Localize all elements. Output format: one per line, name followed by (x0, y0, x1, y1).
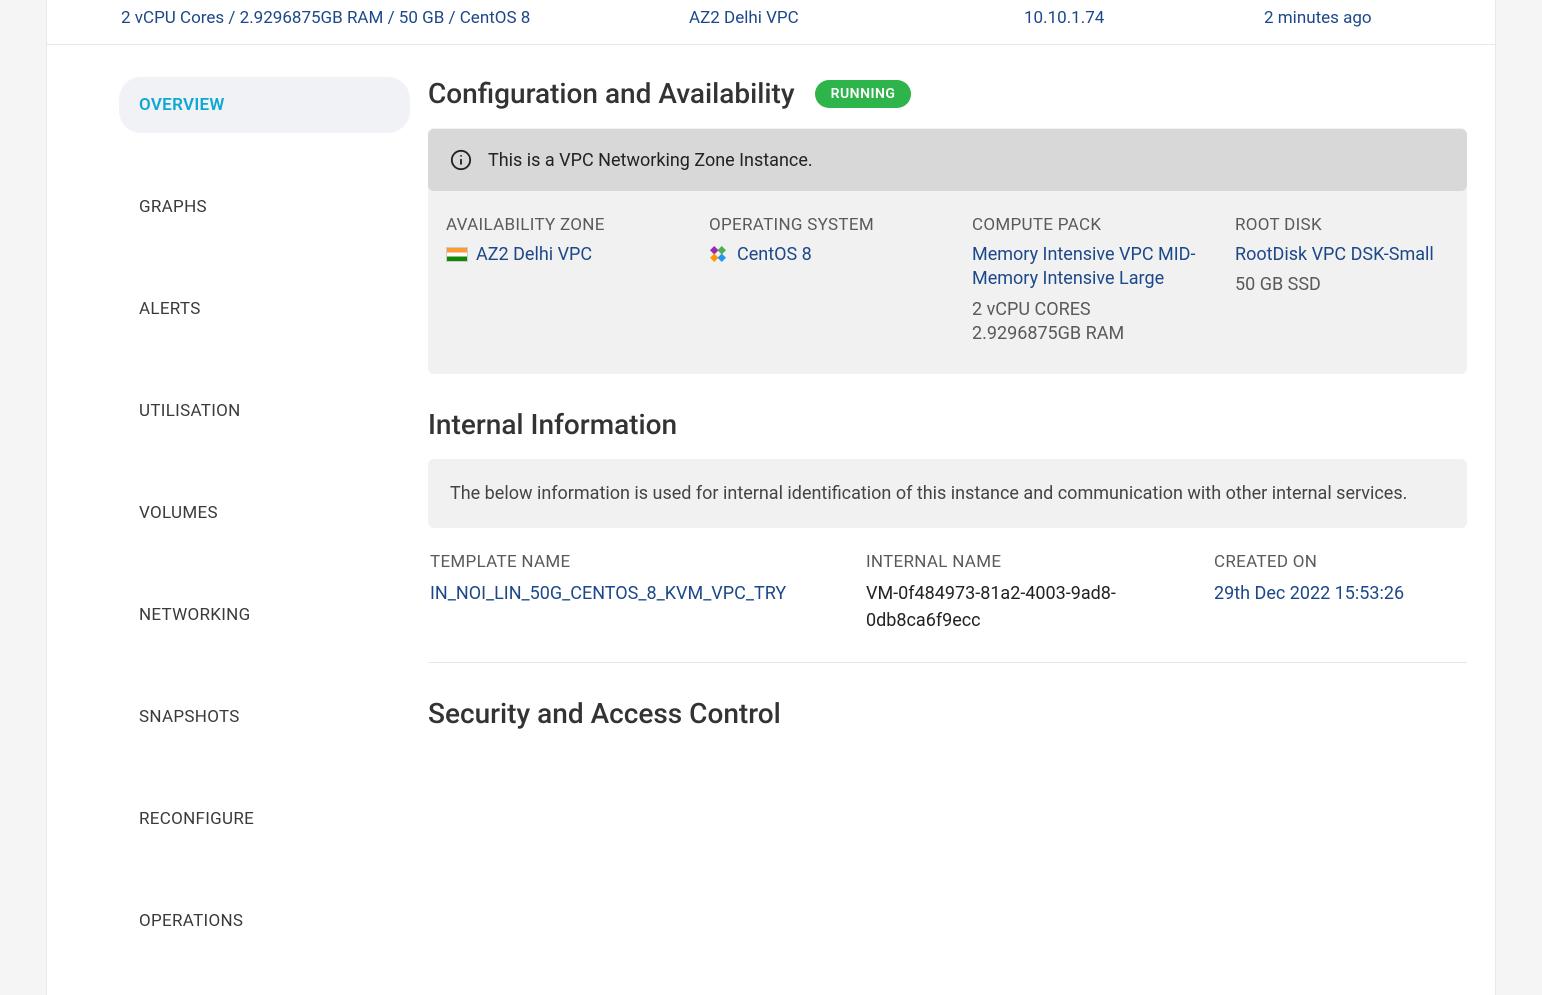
root-disk-value[interactable]: RootDisk VPC DSK-Small (1235, 243, 1449, 267)
compute-pack-cores: 2 vCPU CORES (972, 298, 1227, 322)
availability-zone-text: AZ2 Delhi VPC (476, 244, 592, 265)
created-on-label: CREATED ON (1214, 552, 1465, 572)
instance-ip-link[interactable]: 10.10.1.74 (1024, 8, 1264, 28)
root-disk-block: ROOT DISK RootDisk VPC DSK-Small 50 GB S… (1235, 215, 1449, 346)
sidebar-item-snapshots[interactable]: SNAPSHOTS (119, 689, 410, 745)
compute-pack-ram: 2.9296875GB RAM (972, 322, 1227, 346)
operating-system-value[interactable]: CentOS 8 (709, 243, 964, 267)
vpc-notice-text: This is a VPC Networking Zone Instance. (488, 150, 813, 171)
internal-grid: TEMPLATE NAME IN_NOI_LIN_50G_CENTOS_8_KV… (428, 552, 1467, 663)
config-section-title: Configuration and Availability (428, 77, 795, 110)
config-card: This is a VPC Networking Zone Instance. … (428, 128, 1467, 374)
main-area: OVERVIEW GRAPHS ALERTS UTILISATION VOLUM… (47, 45, 1495, 995)
compute-pack-value[interactable]: Memory Intensive VPC MID-Memory Intensiv… (972, 243, 1227, 292)
compute-pack-block: COMPUTE PACK Memory Intensive VPC MID-Me… (972, 215, 1227, 346)
root-disk-label: ROOT DISK (1235, 215, 1449, 235)
instance-spec-link[interactable]: 2 vCPU Cores / 2.9296875GB RAM / 50 GB /… (121, 8, 689, 28)
spec-grid: AVAILABILITY ZONE AZ2 Delhi VPC OPERATIN… (428, 215, 1467, 346)
vpc-notice: This is a VPC Networking Zone Instance. (428, 129, 1467, 191)
security-section-title: Security and Access Control (428, 697, 1467, 730)
sidebar-item-utilisation[interactable]: UTILISATION (119, 383, 410, 439)
instance-age-link[interactable]: 2 minutes ago (1264, 8, 1421, 28)
sidebar-item-volumes[interactable]: VOLUMES (119, 485, 410, 541)
created-on-value[interactable]: 29th Dec 2022 15:53:26 (1214, 580, 1465, 607)
internal-name-label: INTERNAL NAME (866, 552, 1190, 572)
content-panel: Configuration and Availability RUNNING T… (418, 77, 1467, 995)
internal-banner: The below information is used for intern… (428, 459, 1467, 528)
availability-zone-block: AVAILABILITY ZONE AZ2 Delhi VPC (446, 215, 701, 346)
sidebar-item-operations[interactable]: OPERATIONS (119, 893, 410, 949)
internal-section-title: Internal Information (428, 408, 1467, 441)
template-name-block: TEMPLATE NAME IN_NOI_LIN_50G_CENTOS_8_KV… (430, 552, 842, 634)
status-badge: RUNNING (815, 80, 912, 108)
operating-system-block: OPERATING SYSTEM CentOS 8 (709, 215, 964, 346)
created-on-block: CREATED ON 29th Dec 2022 15:53:26 (1214, 552, 1465, 634)
sidebar-item-reconfigure[interactable]: RECONFIGURE (119, 791, 410, 847)
sidebar-item-graphs[interactable]: GRAPHS (119, 179, 410, 235)
availability-zone-label: AVAILABILITY ZONE (446, 215, 701, 235)
instance-zone-link[interactable]: AZ2 Delhi VPC (689, 8, 1024, 28)
sidebar-item-overview[interactable]: OVERVIEW (119, 77, 410, 133)
template-name-value[interactable]: IN_NOI_LIN_50G_CENTOS_8_KVM_VPC_TRY (430, 580, 842, 607)
centos-icon (709, 245, 727, 263)
compute-pack-label: COMPUTE PACK (972, 215, 1227, 235)
root-disk-size: 50 GB SSD (1235, 273, 1449, 297)
sidebar-item-networking[interactable]: NETWORKING (119, 587, 410, 643)
india-flag-icon (446, 247, 468, 262)
internal-name-block: INTERNAL NAME VM-0f484973-81a2-4003-9ad8… (866, 552, 1190, 634)
info-icon (450, 149, 472, 171)
sidebar: OVERVIEW GRAPHS ALERTS UTILISATION VOLUM… (55, 77, 418, 995)
instance-summary-row: 2 vCPU Cores / 2.9296875GB RAM / 50 GB /… (47, 0, 1495, 45)
internal-name-value: VM-0f484973-81a2-4003-9ad8-0db8ca6f9ecc (866, 580, 1190, 634)
availability-zone-value[interactable]: AZ2 Delhi VPC (446, 243, 701, 267)
operating-system-text: CentOS 8 (737, 244, 812, 265)
page-wrapper: 2 vCPU Cores / 2.9296875GB RAM / 50 GB /… (46, 0, 1496, 995)
config-section-header: Configuration and Availability RUNNING (428, 77, 1467, 110)
operating-system-label: OPERATING SYSTEM (709, 215, 964, 235)
sidebar-item-alerts[interactable]: ALERTS (119, 281, 410, 337)
template-name-label: TEMPLATE NAME (430, 552, 842, 572)
